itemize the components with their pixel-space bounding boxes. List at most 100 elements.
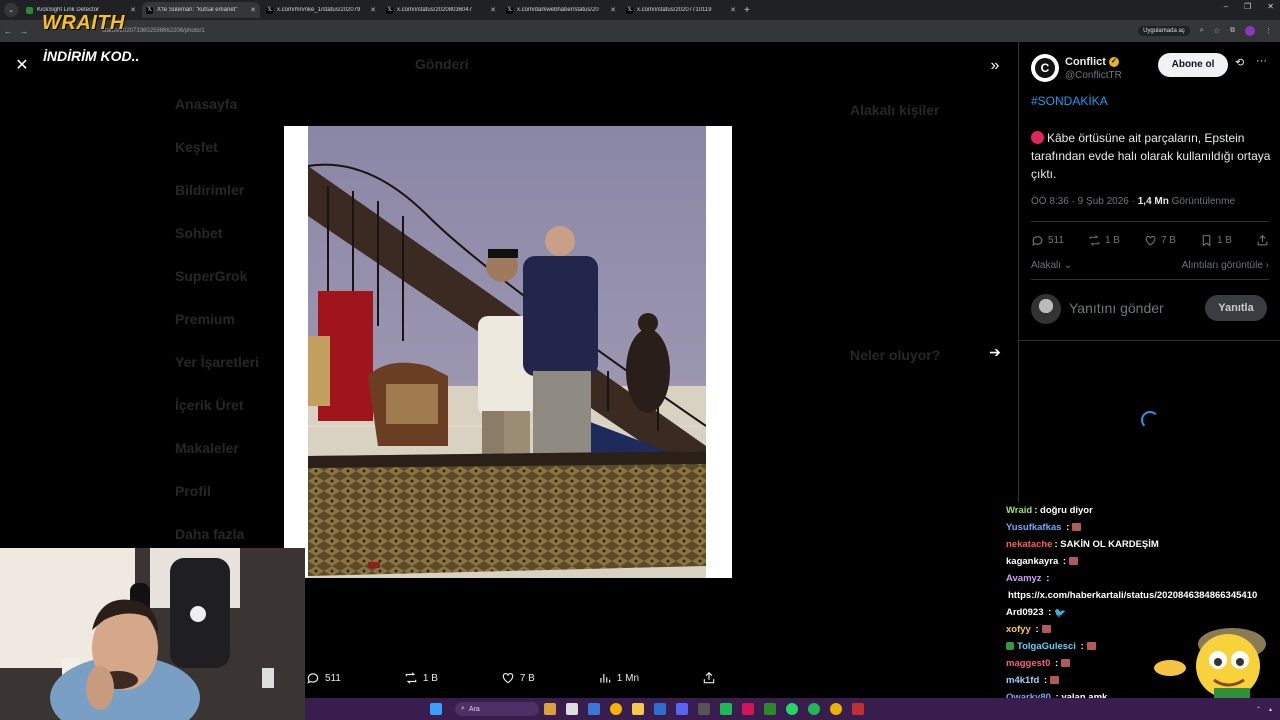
open-in-app-button[interactable]: Uygulamada aç bbox=[1138, 26, 1190, 36]
related-dropdown[interactable]: Alakalı ⌄ bbox=[1031, 260, 1072, 271]
url-field[interactable]: status/2020733602598662206/photo/1 bbox=[102, 23, 1132, 39]
chat-emote-icon bbox=[1072, 523, 1082, 531]
tray-chevron-icon[interactable]: ⌃ bbox=[1256, 706, 1261, 713]
minimize-icon[interactable]: – bbox=[1224, 2, 1228, 11]
discord-icon[interactable] bbox=[676, 703, 688, 715]
red-circle-emoji-icon bbox=[1031, 131, 1044, 144]
tab-close-icon[interactable]: ✕ bbox=[730, 6, 736, 14]
file-explorer-icon[interactable] bbox=[632, 703, 644, 715]
tweet-share-button[interactable] bbox=[1256, 234, 1269, 247]
tweet-reply-button[interactable]: 511 bbox=[1031, 234, 1064, 247]
chrome-alt-icon[interactable] bbox=[830, 703, 842, 715]
chat-username: Avamyz bbox=[1006, 573, 1042, 584]
photo-views-button[interactable]: 1 Mn bbox=[598, 671, 639, 685]
zoom-icon[interactable]: ⌕ bbox=[1200, 27, 1204, 35]
tab-close-icon[interactable]: ✕ bbox=[610, 6, 616, 14]
grok-icon[interactable]: ⟲ bbox=[1235, 56, 1244, 69]
tweet-repost-button[interactable]: 1 B bbox=[1088, 234, 1120, 247]
tray-app-icon[interactable]: ▴ bbox=[1269, 706, 1272, 713]
window-controls: – ❐ ✕ bbox=[1224, 2, 1274, 11]
tweet-hashtag[interactable]: #SONDAKİKA bbox=[1031, 94, 1108, 108]
tab-close-icon[interactable]: ✕ bbox=[250, 6, 256, 14]
close-icon[interactable]: ✕ bbox=[12, 56, 32, 76]
chat-text: : bbox=[1032, 624, 1039, 635]
chrome-icon[interactable] bbox=[610, 703, 622, 715]
app-icon-2[interactable] bbox=[852, 703, 864, 715]
browser-tab[interactable]: 𝕏x.com/i/status/20208036047 ✕ bbox=[382, 2, 500, 18]
extensions-icon[interactable]: ⧉ bbox=[1230, 27, 1235, 35]
profile-avatar[interactable] bbox=[1245, 26, 1255, 36]
reply-submit-button[interactable]: Yanıtla bbox=[1205, 295, 1267, 321]
tweet-reply-count: 511 bbox=[1048, 235, 1064, 246]
taskbar-search[interactable]: ⌕ Ara bbox=[455, 702, 539, 716]
tab-favicon-icon: 𝕏 bbox=[146, 6, 153, 14]
spotify-icon[interactable] bbox=[808, 703, 820, 715]
tab-close-icon[interactable]: ✕ bbox=[370, 6, 376, 14]
bg-nav-item: İçerik Üret bbox=[175, 397, 244, 413]
whatsapp-icon[interactable] bbox=[786, 703, 798, 715]
tab-close-icon[interactable]: ✕ bbox=[130, 6, 136, 14]
share-icon bbox=[703, 671, 715, 684]
view-quotes-link[interactable]: Alıntıları görüntüle › bbox=[1182, 260, 1269, 271]
browser-tab[interactable]: 𝕏x.com/darkwebhaber/status/20 ✕ bbox=[502, 2, 620, 18]
browser-tab[interactable]: 𝕏 X'te Süleman: "kutsal emanet" ✕ bbox=[142, 2, 260, 18]
store-icon[interactable] bbox=[654, 703, 666, 715]
obs-icon[interactable] bbox=[720, 703, 732, 715]
forward-icon[interactable]: → bbox=[16, 27, 32, 36]
photo-repost-button[interactable]: 1 B bbox=[404, 671, 438, 685]
bookmark-icon bbox=[1202, 235, 1211, 247]
bg-nav-item: Daha fazla bbox=[175, 526, 245, 542]
copilot-icon[interactable] bbox=[588, 703, 600, 715]
tweet-like-button[interactable]: 7 B bbox=[1144, 234, 1176, 247]
chevron-double-right-icon[interactable]: » bbox=[984, 56, 1006, 76]
tweet-photo[interactable] bbox=[308, 126, 706, 578]
new-tab-button[interactable]: + bbox=[744, 5, 750, 16]
reply-input[interactable]: Yanıtını gönder bbox=[1069, 300, 1164, 316]
chat-emote-icon bbox=[1086, 642, 1096, 650]
view-quotes-label: Alıntıları görüntüle bbox=[1181, 260, 1263, 271]
tab-title: x.com/darkwebhaber/status/20 bbox=[517, 7, 599, 13]
bg-nav-item: Anasayfa bbox=[175, 96, 238, 112]
follow-button[interactable]: Abone ol bbox=[1158, 53, 1228, 77]
taskbar-widget-icon[interactable] bbox=[544, 703, 556, 715]
tab-search-button[interactable]: ⌄ bbox=[4, 3, 18, 17]
tweet-author[interactable]: C Conflict ✓ @ConflictTR bbox=[1031, 54, 1122, 82]
arrow-right-icon[interactable]: ➔ bbox=[984, 342, 1006, 362]
tab-close-icon[interactable]: ✕ bbox=[490, 6, 496, 14]
share-icon bbox=[1257, 234, 1268, 246]
app-icon[interactable] bbox=[698, 703, 710, 715]
photo-frame bbox=[284, 126, 732, 578]
photo-views-count: 1 Mn bbox=[616, 672, 640, 684]
start-menu-icon[interactable] bbox=[430, 703, 442, 715]
chat-text: : bbox=[1041, 675, 1048, 686]
photo-share-button[interactable] bbox=[702, 671, 716, 685]
chat-text: : bbox=[1052, 658, 1059, 669]
author-avatar[interactable]: C bbox=[1031, 54, 1059, 82]
task-view-icon[interactable] bbox=[566, 703, 578, 715]
app-red-icon[interactable] bbox=[742, 703, 754, 715]
os-taskbar: ⌕ Ara ⌃ ▴ bbox=[305, 698, 1280, 720]
back-icon[interactable]: ← bbox=[0, 27, 16, 36]
tweet-bookmark-button[interactable]: 1 B bbox=[1200, 234, 1232, 247]
browser-menu-icon[interactable]: ⋮ bbox=[1265, 27, 1272, 35]
browser-tab[interactable]: 𝕏x.com/i/status/20207710119 ✕ bbox=[622, 2, 740, 18]
bg-nav-item: SuperGrok bbox=[175, 268, 248, 284]
heart-icon bbox=[502, 673, 514, 684]
bookmark-star-icon[interactable]: ☆ bbox=[1214, 27, 1220, 35]
bg-nav-item: Makaleler bbox=[175, 440, 239, 456]
browser-tab[interactable]: 𝕏x.com/mrvnke_1/status/202079 ✕ bbox=[262, 2, 380, 18]
photo-reply-button[interactable]: 511 bbox=[306, 671, 341, 685]
photo-like-button[interactable]: 7 B bbox=[501, 671, 535, 685]
views-chart-icon bbox=[600, 673, 611, 683]
chat-text: : bbox=[1045, 607, 1052, 618]
window-close-icon[interactable]: ✕ bbox=[1267, 2, 1274, 11]
chat-username: Ard0923 bbox=[1006, 607, 1044, 618]
tweet-repost-count: 1 B bbox=[1104, 235, 1120, 246]
app-green-icon[interactable] bbox=[764, 703, 776, 715]
restore-icon[interactable]: ❐ bbox=[1244, 2, 1251, 11]
verified-badge-icon: ✓ bbox=[1108, 56, 1119, 67]
divider bbox=[1019, 340, 1280, 341]
tab-list: KickSight Link Detector ✕ 𝕏 X'te Süleman: "… bbox=[22, 2, 742, 18]
tweet-timestamp[interactable]: ÖÖ 8:36 · 9 Şub 2026 · bbox=[1031, 196, 1138, 207]
more-options-icon[interactable]: ··· bbox=[1256, 55, 1267, 67]
